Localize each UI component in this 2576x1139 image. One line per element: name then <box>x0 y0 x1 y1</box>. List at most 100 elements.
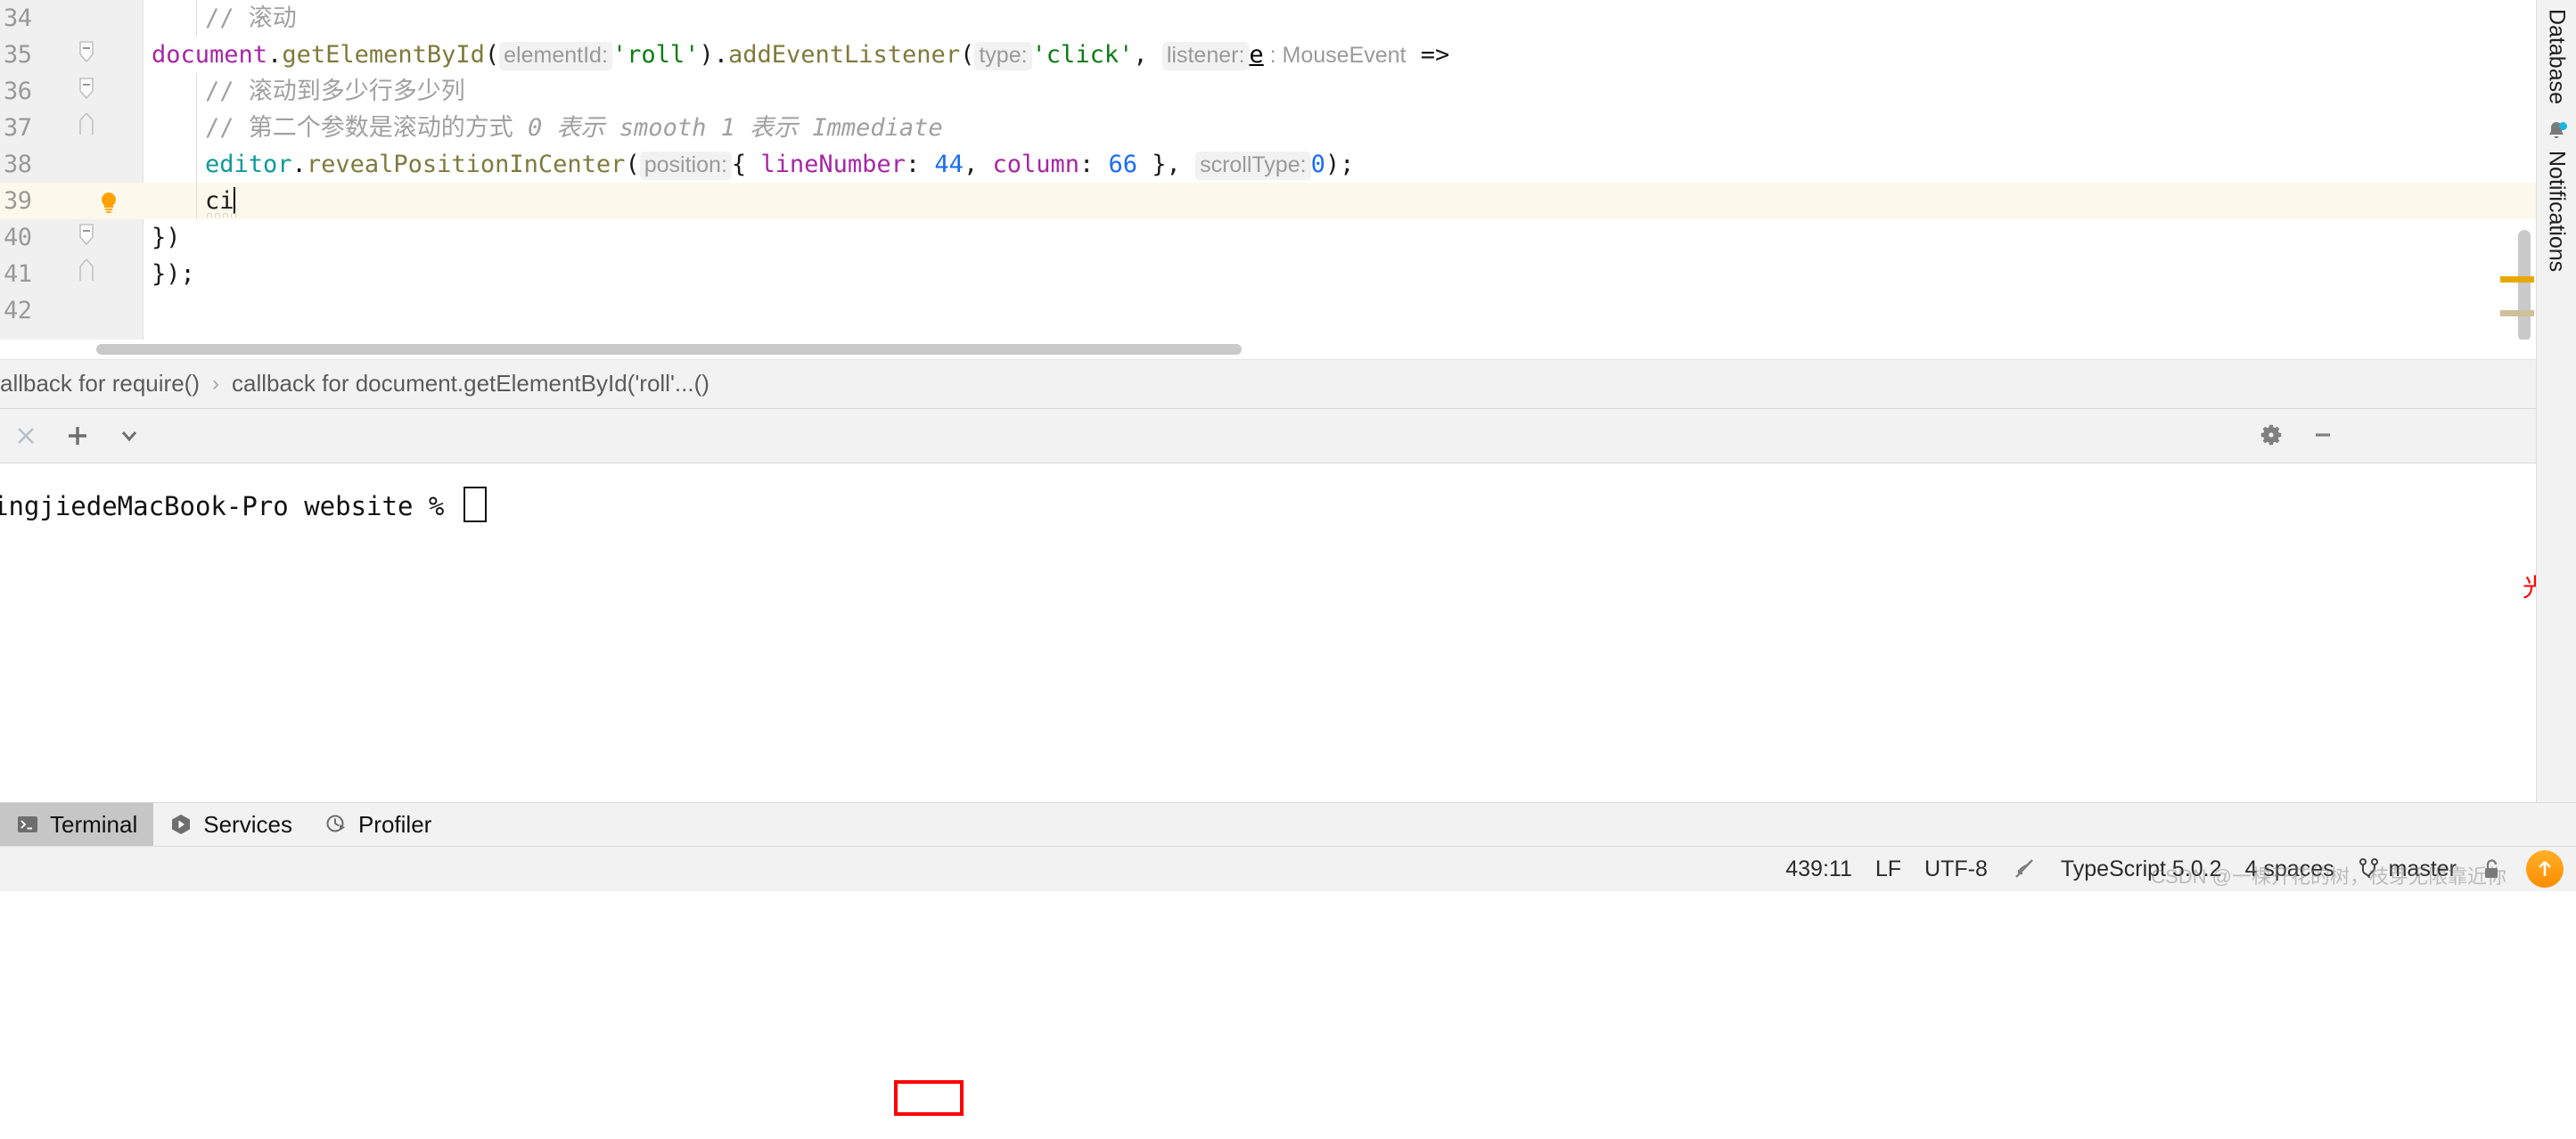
code-token: lineNumber <box>760 151 906 178</box>
code-token: getElementById <box>282 41 485 69</box>
code-text[interactable]: document.getElementById(elementId:'roll'… <box>152 37 1449 74</box>
line-number: 36 <box>0 73 55 110</box>
code-line[interactable]: 36 // 滚动到多少行多少列 <box>0 73 2536 110</box>
breadcrumb[interactable]: allback for require() › callback for doc… <box>0 359 2536 409</box>
code-token: scrollType: <box>1195 152 1310 180</box>
code-token <box>1181 151 1195 178</box>
indent-guide <box>196 183 197 219</box>
code-token: // 滚动 <box>205 4 297 32</box>
line-number: 35 <box>0 37 55 73</box>
code-line[interactable]: 39ci <box>0 183 2536 219</box>
fold-collapse-icon[interactable] <box>77 73 96 110</box>
avatar-up-arrow[interactable] <box>2526 850 2564 888</box>
code-token: : MouseEvent <box>1264 43 1407 68</box>
code-token: editor <box>205 151 292 178</box>
scrollbar-marker-info[interactable] <box>2500 310 2534 316</box>
editor-pane: 34// 滚动35 document.getElementById(element… <box>0 0 2536 802</box>
scrollbar-marker-warning[interactable] <box>2500 276 2534 283</box>
status-encoding[interactable]: UTF-8 <box>1924 856 1988 882</box>
terminal-list-dropdown-button[interactable] <box>103 410 155 462</box>
code-token: document <box>152 41 267 69</box>
code-line[interactable]: 41}); <box>0 256 2536 292</box>
hide-terminal-button[interactable] <box>2297 409 2349 461</box>
status-indent[interactable]: 4 spaces <box>2245 856 2334 882</box>
code-token: => <box>1407 41 1450 69</box>
tool-button-database[interactable]: Database <box>2544 9 2570 104</box>
line-number: 37 <box>0 110 55 146</box>
inspection-off-icon[interactable] <box>2011 856 2038 882</box>
code-token: : <box>906 151 935 178</box>
code-token: elementId: <box>499 42 612 70</box>
code-token: 0 <box>1311 151 1325 178</box>
terminal-settings-button[interactable] <box>2245 409 2297 461</box>
line-number: 39 <box>0 183 55 219</box>
status-bar: 439:11 LF UTF-8 TypeScript 5.0.2 4 space… <box>0 846 2576 891</box>
code-line[interactable]: 35 document.getElementById(elementId:'rol… <box>0 37 2536 73</box>
terminal-output[interactable]: ingjiedeMacBook-Pro website % 光标位置 <box>0 463 2536 803</box>
tab-terminal[interactable]: Terminal <box>0 803 153 846</box>
code-lines: 34// 滚动35 document.getElementById(element… <box>0 0 2536 329</box>
breadcrumb-item-0[interactable]: allback for require() <box>0 370 200 397</box>
right-tool-strip: Database Notifications <box>2536 0 2576 802</box>
code-token: 'roll' <box>612 41 700 69</box>
editor-vertical-scrollbar[interactable] <box>2518 0 2531 340</box>
fold-collapse-icon[interactable] <box>77 219 96 256</box>
terminal-toolbar-right <box>2245 409 2349 461</box>
code-token: }, <box>1137 151 1181 178</box>
line-number: 42 <box>0 292 55 329</box>
fold-end-icon[interactable] <box>77 256 96 292</box>
code-token: . <box>292 151 307 178</box>
code-token: 0 表示 smooth 1 表示 Immediate <box>528 114 943 142</box>
status-caret-position[interactable]: 439:11 <box>1785 856 1852 882</box>
tool-button-notifications[interactable]: Notifications <box>2544 151 2570 272</box>
status-branch[interactable]: master <box>2358 856 2457 882</box>
text-caret <box>234 187 235 214</box>
terminal-icon <box>16 813 39 836</box>
code-text[interactable]: // 滚动 <box>205 0 297 37</box>
code-token: // 第二个参数是滚动的方式 <box>205 114 528 142</box>
fold-collapse-icon[interactable] <box>77 37 96 73</box>
scrollbar-thumb[interactable] <box>2518 230 2531 340</box>
code-text[interactable]: }); <box>152 256 195 292</box>
h-scrollbar-thumb[interactable] <box>96 344 1242 355</box>
code-token: ); <box>1325 151 1355 178</box>
code-token: . <box>267 41 282 69</box>
intention-bulb-icon[interactable] <box>96 190 121 215</box>
code-token: 44 <box>934 151 964 178</box>
tab-services[interactable]: Services <box>153 803 308 846</box>
gear-icon <box>2258 422 2285 448</box>
code-line[interactable]: 40}) <box>0 219 2536 256</box>
code-token: e <box>1249 41 1263 69</box>
breadcrumb-item-1[interactable]: callback for document.getElementById('ro… <box>232 370 710 397</box>
code-line[interactable]: 38editor.revealPositionInCenter(position… <box>0 146 2536 183</box>
code-token: : <box>1079 151 1109 178</box>
code-token: column <box>992 151 1079 178</box>
editor-horizontal-scrollbar[interactable] <box>0 340 2536 359</box>
status-line-separator[interactable]: LF <box>1875 856 1901 882</box>
code-token: addEventListener <box>728 41 960 69</box>
indent-guide <box>196 110 197 146</box>
unlock-icon[interactable] <box>2480 856 2503 881</box>
code-line[interactable]: 34// 滚动 <box>0 0 2536 37</box>
tab-profiler[interactable]: Profiler <box>308 803 447 846</box>
bell-icon[interactable] <box>2543 119 2570 145</box>
code-text[interactable]: }) <box>152 219 181 256</box>
terminal-prompt-text: ingjiedeMacBook-Pro website % <box>0 491 460 521</box>
status-language[interactable]: TypeScript 5.0.2 <box>2061 856 2222 882</box>
indent-guide <box>196 73 197 110</box>
new-terminal-button[interactable] <box>52 410 103 462</box>
fold-end-icon[interactable] <box>77 110 96 146</box>
chevron-down-icon <box>117 423 142 448</box>
code-text[interactable]: editor.revealPositionInCenter(position:{… <box>205 146 1354 184</box>
code-token: // 滚动到多少行多少列 <box>205 78 465 105</box>
code-token: ) <box>699 41 713 69</box>
code-area[interactable]: 34// 滚动35 document.getElementById(element… <box>0 0 2536 340</box>
code-text[interactable]: // 第二个参数是滚动的方式 0 表示 smooth 1 表示 Immediat… <box>205 110 943 146</box>
annotation-anchor <box>2551 1009 2552 1010</box>
code-line[interactable]: 37 // 第二个参数是滚动的方式 0 表示 smooth 1 表示 Immedi… <box>0 110 2536 146</box>
terminal-caret <box>464 487 487 522</box>
close-terminal-tab-button[interactable] <box>0 410 52 462</box>
code-line[interactable]: 42 <box>0 292 2536 329</box>
indent-guide <box>196 146 197 183</box>
code-text[interactable]: // 滚动到多少行多少列 <box>205 73 465 110</box>
